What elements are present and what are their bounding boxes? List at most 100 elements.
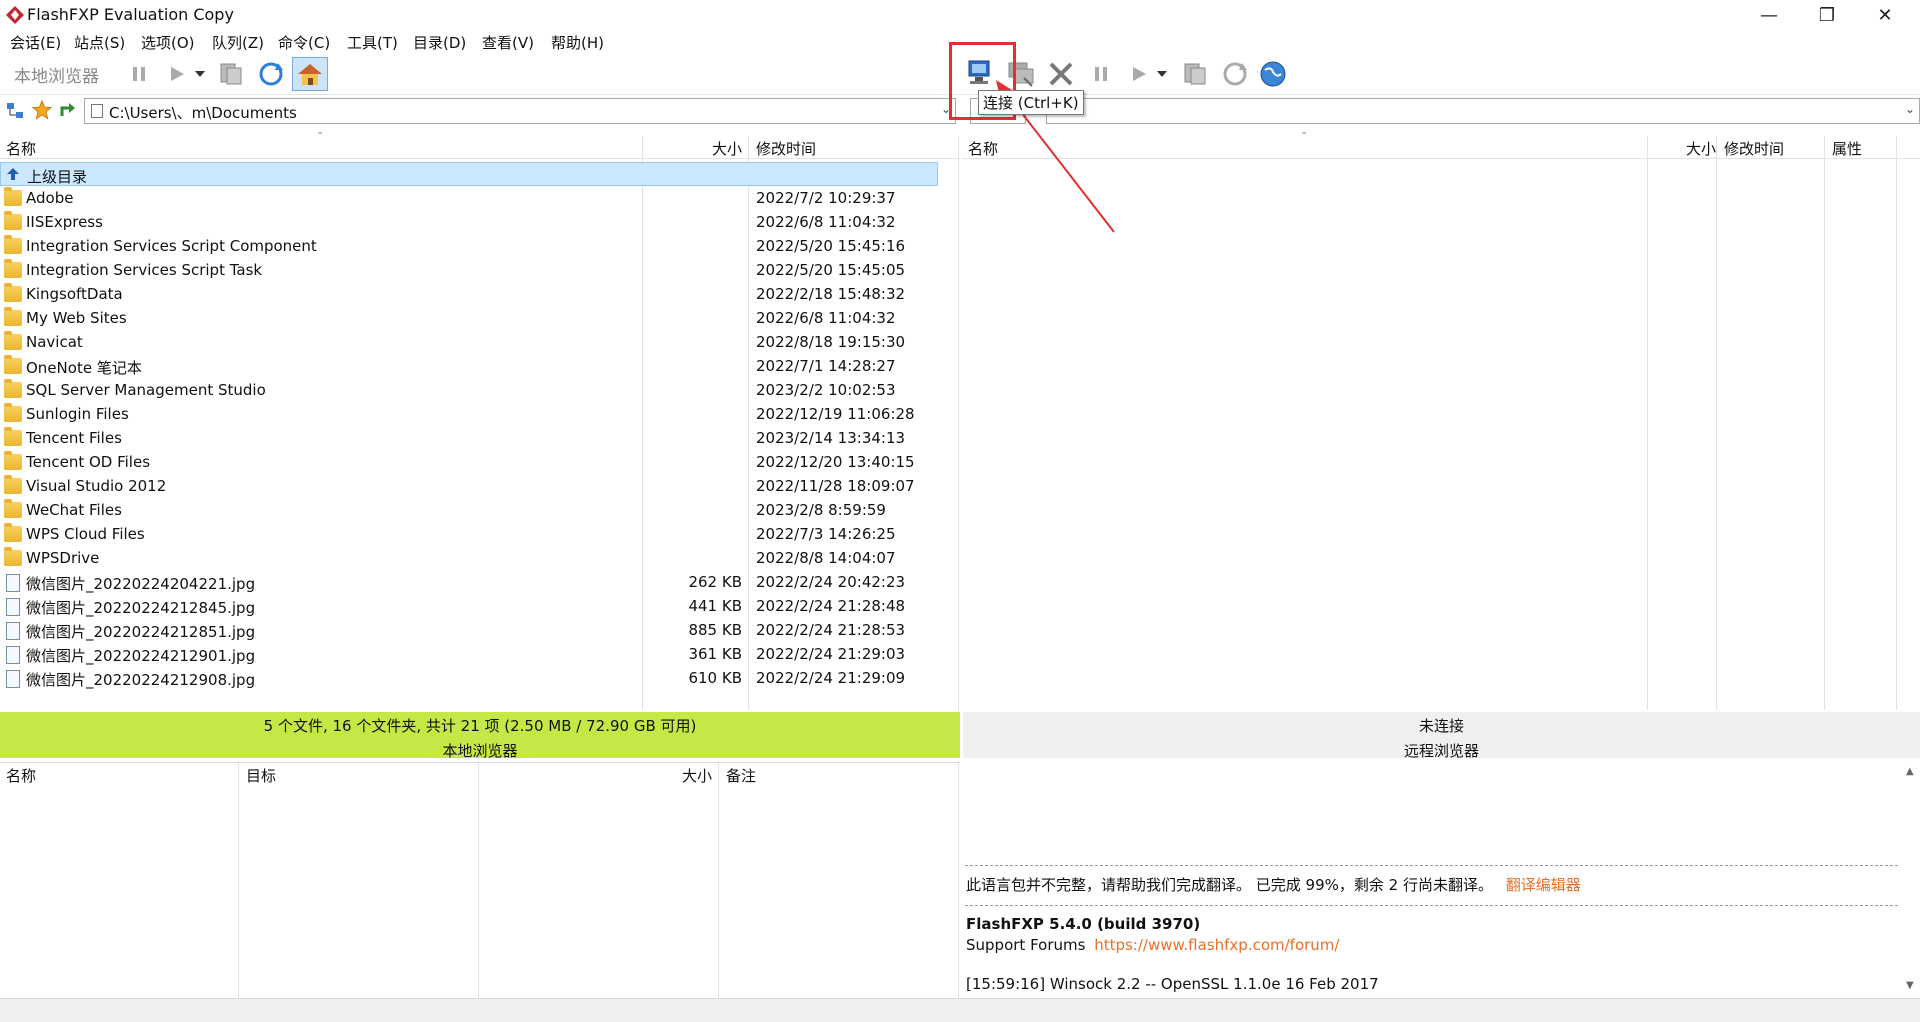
- folder-row[interactable]: WPS Cloud Files 2022/7/3 14:26:25: [0, 522, 940, 546]
- folder-row[interactable]: OneNote 笔记本 2022/7/1 14:28:27: [0, 354, 940, 378]
- folder-row[interactable]: IISExpress 2022/6/8 11:04:32: [0, 210, 940, 234]
- menu-queue[interactable]: 队列(Z): [212, 32, 264, 53]
- log-panel: 此语言包并不完整，请帮助我们完成翻译。 已完成 99%，剩余 2 行尚未翻译。 …: [963, 762, 1900, 994]
- queue-column-size[interactable]: 大小: [682, 765, 712, 786]
- folder-row[interactable]: Integration Services Script Component 202…: [0, 234, 940, 258]
- queue-column-name[interactable]: 名称: [6, 765, 36, 786]
- folder-icon: [4, 523, 22, 542]
- file-modified: 2022/6/8 11:04:32: [756, 213, 896, 231]
- flashfxp-logo-icon: [6, 6, 24, 24]
- local-file-list[interactable]: 名称 ⌃ 大小 修改时间 上级目录 Adobe 2022/7/2 10:29:37…: [0, 131, 960, 710]
- remote-status-bar: 未连接 远程浏览器: [963, 712, 1920, 760]
- chevron-down-icon[interactable]: ⌄: [1905, 102, 1915, 116]
- file-name: Adobe: [26, 189, 74, 207]
- folder-icon: [4, 451, 22, 470]
- transfer-icon[interactable]: [214, 58, 248, 90]
- file-name: IISExpress: [26, 213, 103, 231]
- scroll-up-icon[interactable]: ▲: [1906, 766, 1914, 777]
- folder-row[interactable]: KingsoftData 2022/2/18 15:48:32: [0, 282, 940, 306]
- scroll-down-icon[interactable]: ▼: [1906, 980, 1914, 991]
- play-icon[interactable]: [160, 58, 194, 90]
- local-path-value: C:\Users\、m\Documents: [109, 104, 297, 122]
- globe-icon[interactable]: [1256, 58, 1290, 90]
- file-row[interactable]: 微信图片_20220224212901.jpg 361 KB 2022/2/24 2…: [0, 642, 940, 666]
- menu-directory[interactable]: 目录(D): [413, 32, 466, 53]
- folder-row[interactable]: My Web Sites 2022/6/8 11:04:32: [0, 306, 940, 330]
- pane-divider: [958, 136, 959, 710]
- refresh-icon[interactable]: [254, 58, 288, 90]
- folder-row[interactable]: Adobe 2022/7/2 10:29:37: [0, 186, 940, 210]
- folder-row[interactable]: Navicat 2022/8/18 19:15:30: [0, 330, 940, 354]
- remote-play-icon[interactable]: [1122, 58, 1156, 90]
- remote-transfer-icon[interactable]: [1178, 58, 1212, 90]
- folder-icon: [4, 211, 22, 230]
- parent-directory-row[interactable]: 上级目录: [0, 162, 938, 186]
- menu-sites[interactable]: 站点(S): [74, 32, 125, 53]
- document-icon: [91, 104, 103, 118]
- file-modified: 2022/11/28 18:09:07: [756, 477, 915, 495]
- menu-view[interactable]: 查看(V): [482, 32, 534, 53]
- column-size[interactable]: 大小: [1686, 138, 1716, 159]
- file-name: WPS Cloud Files: [26, 525, 145, 543]
- folder-icon: [4, 187, 22, 206]
- menu-help[interactable]: 帮助(H): [551, 32, 604, 53]
- column-divider: [718, 763, 719, 999]
- file-row[interactable]: 微信图片_20220224212845.jpg 441 KB 2022/2/24 2…: [0, 594, 940, 618]
- menu-tools[interactable]: 工具(T): [347, 32, 398, 53]
- file-row[interactable]: 微信图片_20220224212851.jpg 885 KB 2022/2/24 2…: [0, 618, 940, 642]
- folder-row[interactable]: Tencent OD Files 2022/12/20 13:40:15: [0, 450, 940, 474]
- divider: [965, 865, 1898, 866]
- folder-row[interactable]: WPSDrive 2022/8/8 14:04:07: [0, 546, 940, 570]
- remote-play-dropdown-icon[interactable]: [1152, 58, 1172, 90]
- support-forums-label: Support Forums: [966, 936, 1086, 954]
- remote-status-text: 未连接: [1418, 717, 1464, 735]
- file-row[interactable]: 微信图片_20220224212908.jpg 610 KB 2022/2/24 2…: [0, 666, 940, 690]
- column-modified[interactable]: 修改时间: [1724, 138, 1784, 159]
- file-name: Sunlogin Files: [26, 405, 129, 423]
- log-scrollbar[interactable]: ▲ ▼: [1902, 762, 1920, 998]
- menu-session[interactable]: 会话(E): [10, 32, 61, 53]
- home-icon[interactable]: [292, 57, 328, 91]
- file-modified: 2023/2/2 10:02:53: [756, 381, 896, 399]
- folder-row[interactable]: Integration Services Script Task 2022/5/2…: [0, 258, 940, 282]
- sites-tree-icon[interactable]: [6, 102, 24, 120]
- folder-row[interactable]: WeChat Files 2023/2/8 8:59:59: [0, 498, 940, 522]
- queue-list[interactable]: 名称 目标 大小 备注: [0, 762, 960, 999]
- menu-commands[interactable]: 命令(C): [278, 32, 330, 53]
- pause-icon[interactable]: [122, 58, 156, 90]
- close-button[interactable]: ✕: [1862, 0, 1908, 30]
- folder-icon: [4, 283, 22, 302]
- remote-path-combo[interactable]: ⌄: [1046, 98, 1920, 124]
- local-path-combo[interactable]: C:\Users\、m\Documents ⌄: [84, 98, 956, 124]
- folder-icon: [4, 499, 22, 518]
- file-modified: 2022/2/24 21:29:09: [756, 669, 906, 687]
- file-modified: 2022/2/24 21:29:03: [756, 645, 906, 663]
- folder-row[interactable]: Sunlogin Files 2022/12/19 11:06:28: [0, 402, 940, 426]
- column-modified[interactable]: 修改时间: [756, 138, 816, 159]
- queue-column-note[interactable]: 备注: [726, 765, 756, 786]
- support-forums-link[interactable]: https://www.flashfxp.com/forum/: [1094, 936, 1339, 954]
- file-name: WeChat Files: [26, 501, 122, 519]
- favorites-star-icon[interactable]: [31, 99, 53, 120]
- folder-row[interactable]: Tencent Files 2023/2/14 13:34:13: [0, 426, 940, 450]
- image-file-icon: [6, 574, 20, 592]
- translation-editor-link[interactable]: 翻译编辑器: [1506, 876, 1581, 894]
- file-name: OneNote 笔记本: [26, 359, 142, 377]
- column-size[interactable]: 大小: [712, 138, 742, 159]
- minimize-button[interactable]: —: [1746, 0, 1792, 30]
- column-attributes[interactable]: 属性: [1832, 138, 1862, 159]
- menu-options[interactable]: 选项(O): [141, 32, 195, 53]
- file-row[interactable]: 微信图片_20220224204221.jpg 262 KB 2022/2/24 2…: [0, 570, 940, 594]
- remote-refresh-icon[interactable]: [1218, 58, 1252, 90]
- local-browser-label: 本地浏览器: [14, 67, 99, 87]
- file-name: My Web Sites: [26, 309, 127, 327]
- version-text: FlashFXP 5.4.0 (build 3970): [966, 915, 1201, 933]
- queue-column-target[interactable]: 目标: [246, 765, 276, 786]
- column-name[interactable]: 名称: [6, 138, 36, 159]
- folder-row[interactable]: SQL Server Management Studio 2023/2/2 10:…: [0, 378, 940, 402]
- restore-button[interactable]: ❐: [1804, 0, 1850, 30]
- file-modified: 2022/7/3 14:26:25: [756, 525, 896, 543]
- go-up-icon[interactable]: [58, 100, 78, 120]
- play-dropdown-icon[interactable]: [190, 58, 210, 90]
- folder-row[interactable]: Visual Studio 2012 2022/11/28 18:09:07: [0, 474, 940, 498]
